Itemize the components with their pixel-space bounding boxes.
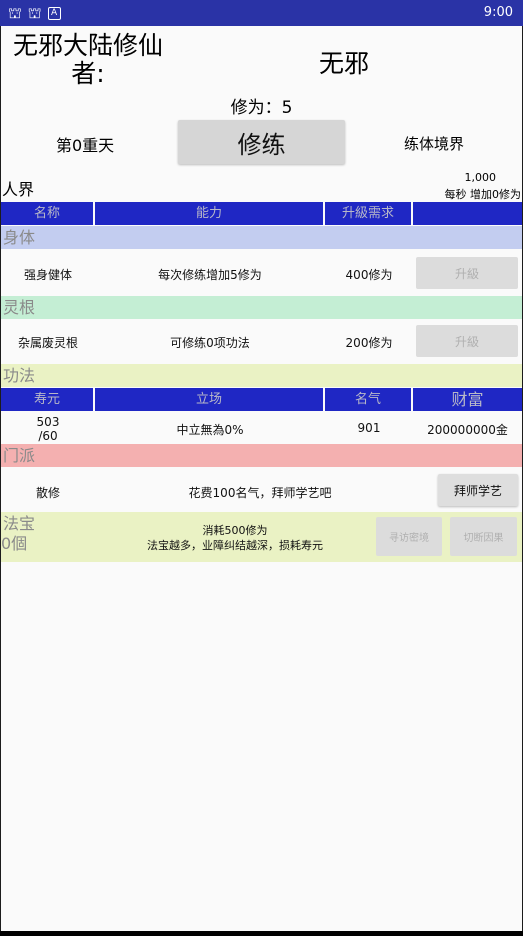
app-screen: 无邪大陆修仙者: 无邪 修为：5 第0重天 修练 练体境界 人界 1,000 每…: [1, 26, 522, 931]
cultivate-button[interactable]: 修练: [178, 120, 345, 164]
bug-icon: ⛫: [27, 4, 42, 22]
technique-section-band: 功法: [1, 364, 522, 387]
stats-table-header: 寿元 立场 名气 财富: [1, 388, 522, 411]
lifespan-line1: 503: [36, 415, 60, 429]
cultivation-label: 修为：5: [230, 98, 293, 118]
sect-section-band: 门派: [1, 444, 522, 467]
treasure-line1: 消耗500修为: [202, 524, 268, 537]
body-upgrade-button[interactable]: 升級: [416, 257, 518, 289]
treasure-title: 法宝: [3, 514, 36, 533]
header-fame: 名气: [325, 388, 413, 411]
header-lifespan: 寿元: [1, 388, 95, 411]
root-cost: 200修为: [345, 336, 393, 350]
status-time: 9:00: [483, 5, 513, 20]
rate-value: 1,000: [464, 171, 497, 184]
root-upgrade-button[interactable]: 升級: [416, 325, 518, 357]
body-ability: 每次修练增加5修为: [158, 268, 262, 282]
lifespan-line2: /60: [38, 429, 58, 443]
cut-karma-button[interactable]: 切断因果: [450, 517, 517, 556]
header-wealth: 财富: [451, 390, 484, 409]
header-action: [413, 202, 522, 225]
treasure-count: 0個: [1, 534, 28, 553]
realm-label: 练体境界: [404, 135, 465, 153]
header-name: 名称: [1, 202, 95, 225]
header-ability: 能力: [95, 202, 325, 225]
root-row: 杂属废灵根 可修练0项功法 200修为 升級: [1, 320, 522, 364]
bug-icon: ⛫: [8, 4, 22, 22]
bottom-bar: [0, 931, 523, 936]
day-label: 第0重天: [56, 136, 115, 155]
treasure-section: 法宝 0個 消耗500修为 法宝越多，业障纠结越深，损耗寿元 寻访密境 切断因果: [1, 512, 522, 562]
stance-value: 中立無為0%: [176, 423, 244, 437]
sect-row: 散修 花费100名气，拜师学艺吧 拜师学艺: [1, 468, 522, 512]
header-stance: 立场: [95, 388, 325, 411]
stats-row: 503 /60 中立無為0% 901 200000000金: [1, 412, 522, 444]
world-label: 人界: [2, 180, 35, 199]
body-section-band: 身体: [1, 226, 522, 249]
lifespan-value: 503 /60: [1, 415, 95, 443]
rate-text: 每秒 增加0修为: [444, 188, 522, 201]
sect-name: 散修: [35, 486, 60, 500]
root-ability: 可修练0项功法: [170, 336, 250, 350]
status-bar: ⛫ ⛫ A 9:00: [0, 0, 523, 26]
player-name: 无邪: [319, 49, 370, 78]
treasure-line2: 法宝越多，业障纠结越深，损耗寿元: [147, 539, 323, 552]
root-item-name: 杂属废灵根: [17, 336, 78, 350]
attributes-table-header: 名称 能力 升級需求: [1, 202, 522, 225]
wealth-value: 200000000金: [427, 423, 508, 437]
root-section-band: 灵根: [1, 296, 522, 319]
sect-cost-text: 花费100名气，拜师学艺吧: [188, 486, 332, 500]
a-icon: A: [47, 7, 61, 20]
fame-value: 901: [357, 421, 381, 435]
search-realm-button[interactable]: 寻访密境: [376, 517, 442, 556]
header-upgrade: 升級需求: [325, 202, 413, 225]
body-item-name: 强身健体: [23, 268, 72, 282]
apprentice-button[interactable]: 拜师学艺: [438, 474, 518, 506]
body-cost: 400修为: [345, 268, 393, 282]
status-icons: ⛫ ⛫ A: [8, 4, 61, 22]
player-title: 无邪大陆修仙者:: [12, 31, 163, 88]
